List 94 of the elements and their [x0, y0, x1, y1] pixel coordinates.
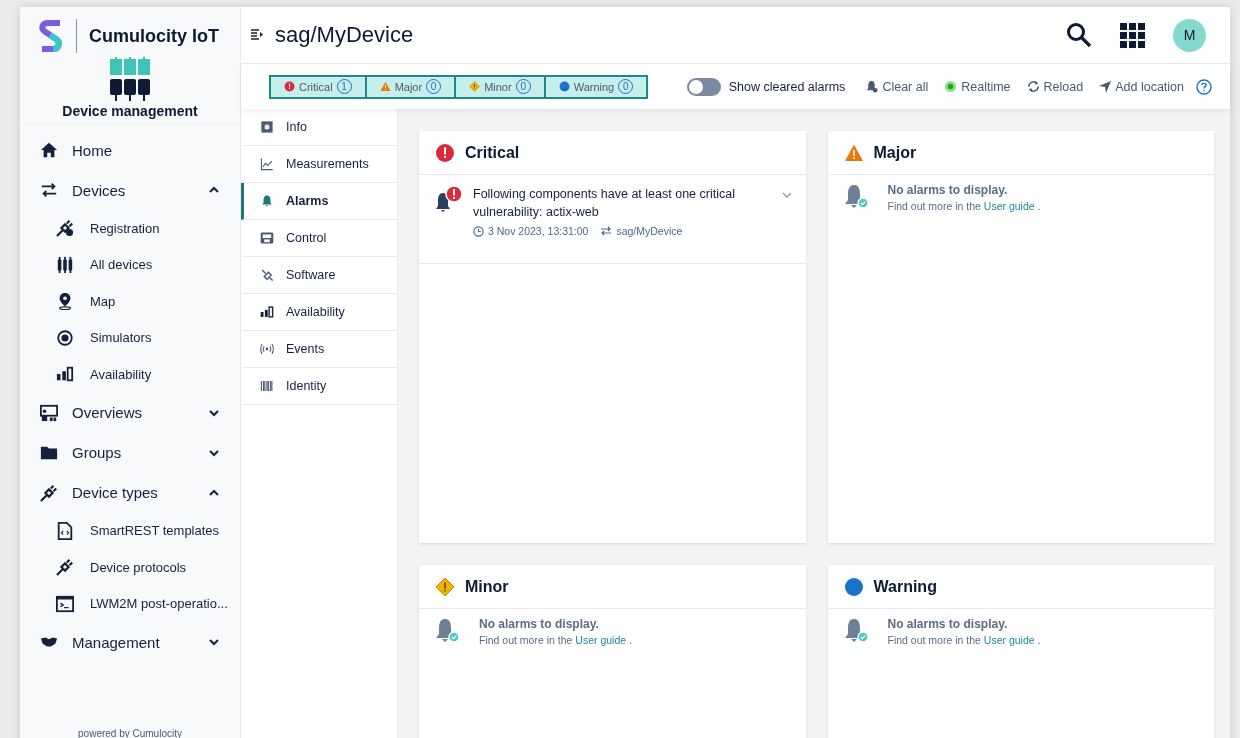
nav-subitem[interactable]: All devices — [20, 246, 240, 283]
nav-subitem[interactable]: Simulators — [20, 319, 240, 356]
help-icon[interactable] — [1196, 78, 1212, 95]
nav-subitem[interactable]: Registration — [20, 210, 240, 247]
alarm-text: Following components have at least one critical vulnerability: actix-web — [473, 186, 736, 221]
bar-chart-icon — [56, 365, 74, 384]
chevron-down-icon[interactable] — [781, 191, 792, 199]
alarm-time: 3 Nov 2023, 13:31:00 — [488, 225, 589, 237]
bell-check-icon — [843, 617, 870, 645]
tab[interactable]: Availability — [241, 294, 397, 331]
nav-item[interactable]: Device types — [20, 472, 240, 513]
tab[interactable]: Control — [241, 220, 397, 257]
bell-check-icon — [843, 183, 870, 211]
circle-icon — [558, 81, 570, 92]
tab[interactable]: Measurements — [241, 146, 397, 183]
severity-filter[interactable]: Warning 0 — [543, 74, 649, 99]
tab[interactable]: Events — [241, 331, 397, 368]
control-panel-icon — [260, 231, 274, 245]
plug-icon — [56, 558, 74, 577]
clock-icon — [473, 225, 484, 237]
arrows-icon — [600, 226, 613, 236]
warning-diamond-icon — [469, 81, 481, 92]
info-icon — [260, 120, 274, 134]
presentation-icon — [40, 403, 58, 422]
app-section-title: Device management — [62, 103, 198, 119]
devices-icon — [108, 57, 152, 101]
home-icon — [40, 141, 58, 159]
map-pin-icon — [56, 292, 74, 311]
warning-triangle-icon — [379, 81, 391, 92]
nav-subitem[interactable]: LWM2M post-operatio... — [20, 585, 240, 622]
alarm-item[interactable]: Following components have at least one critical vulnerability: actix-web 3 Nov 2023, 13:31:00 sag/MyDevice — [419, 175, 806, 264]
severity-filter[interactable]: Critical 1 — [269, 74, 367, 99]
arrows-icon — [40, 181, 58, 199]
realtime-toggle[interactable]: Realtime — [940, 79, 1015, 94]
nav-subitem[interactable]: Availability — [20, 356, 240, 393]
nav-item[interactable]: Devices — [20, 170, 240, 210]
reload-button[interactable]: Reload — [1022, 79, 1088, 94]
severity-filter[interactable]: Major 0 — [364, 74, 457, 99]
exclamation-circle-icon — [435, 142, 455, 163]
toggle-switch[interactable] — [686, 77, 721, 96]
plug-icon — [56, 219, 74, 238]
target-icon — [56, 328, 74, 347]
bell-check-icon — [435, 617, 461, 645]
help-text: Find out more in the User guide . — [479, 634, 632, 646]
tab[interactable]: Info — [241, 109, 397, 146]
clear-all-button[interactable]: Clear all — [861, 79, 933, 94]
user-guide-link[interactable]: User guide — [575, 634, 627, 646]
app-grid-icon[interactable] — [1120, 22, 1145, 48]
navigation-arrow-icon — [1099, 80, 1112, 93]
nav-subitem[interactable]: Device protocols — [20, 549, 240, 586]
code-file-icon — [56, 521, 74, 540]
panel-title: Critical — [465, 143, 520, 162]
nav-subitem[interactable]: Map — [20, 283, 240, 320]
user-guide-link[interactable]: User guide — [983, 634, 1035, 646]
empty-message: No alarms to display. — [887, 183, 1009, 197]
app-name: Cumulocity IoT — [89, 25, 219, 47]
user-guide-link[interactable]: User guide — [983, 200, 1035, 212]
devices-icon — [56, 255, 74, 274]
empty-message: No alarms to display. — [887, 617, 1009, 631]
line-chart-icon — [260, 157, 274, 171]
tab[interactable]: Software — [241, 257, 397, 294]
exclamation-circle-icon — [284, 81, 295, 92]
menu-toggle-icon[interactable] — [251, 29, 263, 41]
logo-icon — [38, 19, 64, 53]
user-avatar[interactable]: M — [1173, 18, 1206, 52]
nav-item[interactable]: Groups — [20, 432, 240, 473]
add-location-button[interactable]: Add location — [1095, 79, 1188, 94]
search-icon[interactable] — [1066, 22, 1092, 48]
help-text: Find out more in the User guide . — [887, 200, 1041, 212]
tab[interactable]: Identity — [241, 368, 397, 405]
nav-item[interactable]: Home — [20, 130, 240, 170]
bell-icon — [865, 80, 879, 93]
nav-item[interactable]: Management — [20, 622, 240, 662]
panel-title: Warning — [873, 577, 937, 596]
circle-icon — [843, 576, 864, 597]
severity-filter[interactable]: Minor 0 — [454, 74, 546, 99]
nav-subitem[interactable]: SmartREST templates — [20, 512, 240, 549]
toggle-label: Show cleared alarms — [728, 79, 846, 94]
panel-title: Minor — [465, 577, 509, 596]
bar-chart-icon — [260, 305, 274, 319]
barcode-icon — [260, 379, 274, 393]
nav-item[interactable]: Overviews — [20, 392, 240, 433]
reload-icon — [1026, 80, 1040, 93]
terminal-icon — [56, 594, 74, 613]
signal-icon — [260, 342, 274, 356]
plug-icon — [40, 483, 58, 502]
alarm-source[interactable]: sag/MyDevice — [616, 225, 683, 237]
warning-diamond-icon — [435, 576, 455, 597]
bell-icon — [260, 194, 274, 208]
help-text: Find out more in the User guide . — [887, 634, 1041, 646]
empty-message: No alarms to display. — [479, 617, 600, 631]
panel-title: Major — [873, 143, 917, 162]
page-title: sag/MyDevice — [275, 22, 414, 48]
warning-triangle-icon — [843, 142, 864, 163]
